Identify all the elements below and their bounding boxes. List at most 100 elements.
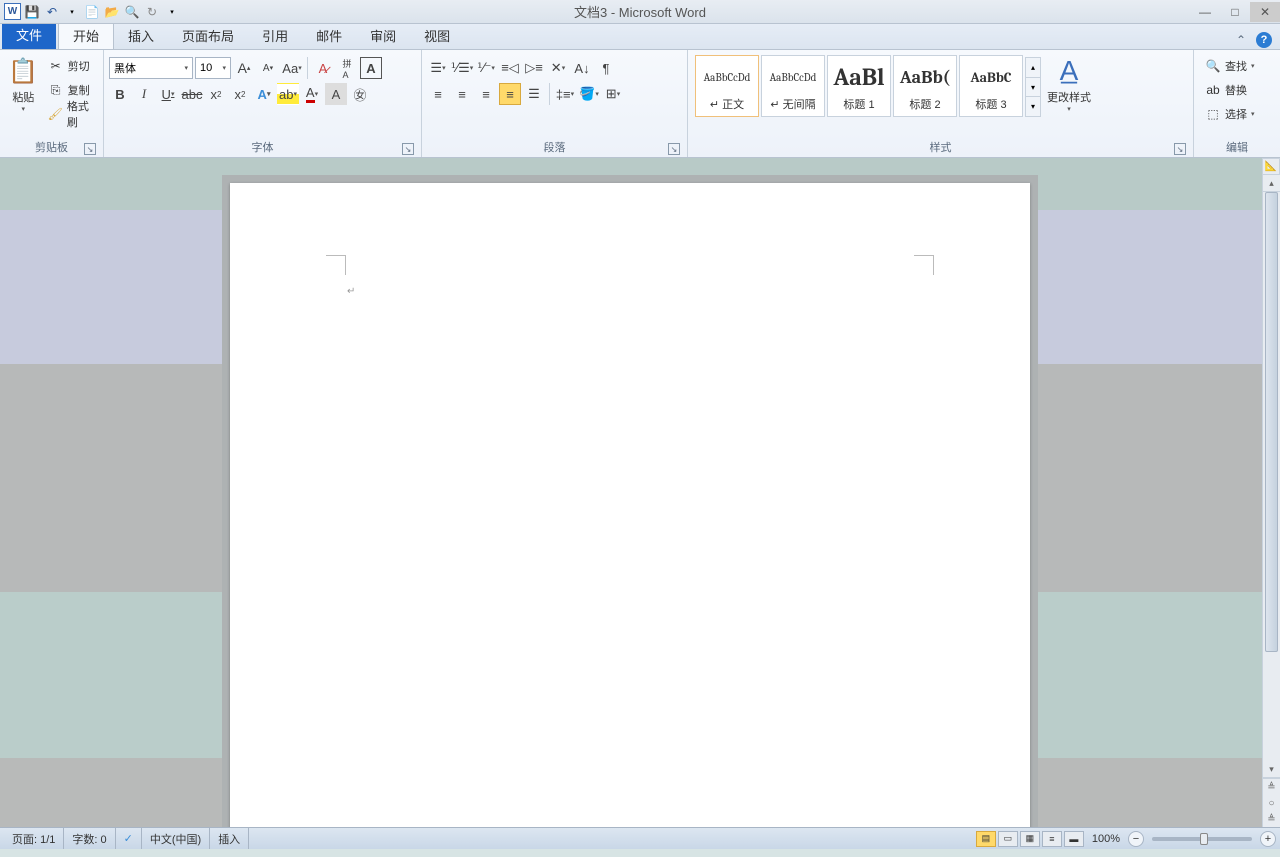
change-styles-button[interactable]: A̲ 更改样式 ▾ — [1043, 53, 1095, 115]
print-preview-icon[interactable]: 🔍 — [123, 3, 141, 21]
align-right-button[interactable]: ≡ — [475, 83, 497, 105]
paragraph-launcher-icon[interactable]: ↘ — [668, 143, 680, 155]
shading-button[interactable]: 🪣▾ — [578, 83, 600, 105]
app-icon[interactable]: W — [4, 3, 21, 20]
distributed-button[interactable]: ☰ — [523, 83, 545, 105]
proofing-button[interactable]: ✓ — [116, 828, 142, 849]
justify-button[interactable]: ≡ — [499, 83, 521, 105]
paste-button[interactable]: 📋 粘贴 ▾ — [5, 53, 42, 115]
find-button[interactable]: 🔍查找▾ — [1201, 55, 1259, 77]
subscript-button[interactable]: x2 — [205, 83, 227, 105]
new-icon[interactable]: 📄 — [83, 3, 101, 21]
zoom-slider[interactable] — [1152, 837, 1252, 841]
strikethrough-button[interactable]: abc — [181, 83, 203, 105]
draft-view-icon[interactable]: ▬ — [1064, 831, 1084, 847]
maximize-button[interactable]: □ — [1220, 2, 1250, 22]
style-no-spacing[interactable]: AaBbCcDd↵ 无间隔 — [761, 55, 825, 117]
browse-object-icon[interactable]: ○ — [1263, 795, 1280, 811]
line-spacing-button[interactable]: ‡≡▾ — [554, 83, 576, 105]
word-count[interactable]: 字数: 0 — [64, 828, 115, 849]
character-shading-button[interactable]: A — [325, 83, 347, 105]
align-left-button[interactable]: ≡ — [427, 83, 449, 105]
styles-launcher-icon[interactable]: ↘ — [1174, 143, 1186, 155]
insert-mode[interactable]: 插入 — [210, 828, 249, 849]
font-name-combo[interactable]: 黑体▾ — [109, 57, 193, 79]
font-size-combo[interactable]: 10▾ — [195, 57, 231, 79]
gallery-down-icon[interactable]: ▾ — [1026, 78, 1040, 98]
tab-insert[interactable]: 插入 — [114, 22, 168, 49]
tab-view[interactable]: 视图 — [410, 22, 464, 49]
highlight-button[interactable]: ab▾ — [277, 83, 299, 105]
scroll-down-icon[interactable]: ▾ — [1263, 761, 1280, 778]
bullets-button[interactable]: ☰▾ — [427, 57, 449, 79]
style-heading3[interactable]: AaBbC标题 3 — [959, 55, 1023, 117]
prev-page-icon[interactable]: ≜ — [1263, 779, 1280, 795]
italic-button[interactable]: I — [133, 83, 155, 105]
align-center-button[interactable]: ≡ — [451, 83, 473, 105]
underline-button[interactable]: U▾ — [157, 83, 179, 105]
tab-home[interactable]: 开始 — [58, 21, 114, 49]
bold-button[interactable]: B — [109, 83, 131, 105]
minimize-button[interactable]: — — [1190, 2, 1220, 22]
cut-button[interactable]: ✂剪切 — [44, 55, 96, 77]
open-icon[interactable]: 📂 — [103, 3, 121, 21]
qat-customize-icon[interactable]: ▾ — [163, 3, 181, 21]
increase-indent-button[interactable]: ▷≡ — [523, 57, 545, 79]
multilevel-list-button[interactable]: ⅟⁻▾ — [475, 57, 497, 79]
shrink-font-button[interactable]: A▾ — [257, 57, 279, 79]
clear-formatting-button[interactable]: A̷ — [312, 57, 334, 79]
document-page[interactable]: ↵ — [230, 183, 1030, 827]
font-launcher-icon[interactable]: ↘ — [402, 143, 414, 155]
undo-dropdown-icon[interactable]: ▾ — [63, 3, 81, 21]
zoom-thumb[interactable] — [1200, 833, 1208, 845]
style-heading2[interactable]: AaBb(标题 2 — [893, 55, 957, 117]
decrease-indent-button[interactable]: ≡◁ — [499, 57, 521, 79]
ruler-toggle-icon[interactable]: 📐 — [1262, 158, 1280, 175]
clipboard-launcher-icon[interactable]: ↘ — [84, 143, 96, 155]
character-border-button[interactable]: A — [360, 57, 382, 79]
zoom-level[interactable]: 100% — [1086, 833, 1126, 845]
style-normal[interactable]: AaBbCcDd↵ 正文 — [695, 55, 759, 117]
next-page-icon[interactable]: ≜ — [1263, 811, 1280, 827]
undo-icon[interactable]: ↶ — [43, 3, 61, 21]
replace-button[interactable]: ab替换 — [1201, 79, 1259, 101]
gallery-up-icon[interactable]: ▴ — [1026, 58, 1040, 78]
change-case-button[interactable]: Aa▾ — [281, 57, 303, 79]
redo-icon[interactable]: ↻ — [143, 3, 161, 21]
sort-button[interactable]: A↓ — [571, 57, 593, 79]
web-layout-view-icon[interactable]: ▦ — [1020, 831, 1040, 847]
enclose-characters-button[interactable]: ㊛ — [349, 83, 371, 105]
zoom-out-button[interactable]: − — [1128, 831, 1144, 847]
font-color-button[interactable]: A▾ — [301, 83, 323, 105]
vertical-scrollbar[interactable]: ▴ ▾ ≜ ○ ≜ — [1262, 175, 1280, 827]
tab-file[interactable]: 文件 — [2, 20, 56, 49]
print-layout-view-icon[interactable]: ▤ — [976, 831, 996, 847]
scroll-up-icon[interactable]: ▴ — [1263, 175, 1280, 192]
document-viewport[interactable]: ↵ — [0, 158, 1262, 827]
select-button[interactable]: ⬚选择▾ — [1201, 103, 1259, 125]
close-button[interactable]: ✕ — [1250, 2, 1280, 22]
tab-review[interactable]: 审阅 — [356, 22, 410, 49]
outline-view-icon[interactable]: ≡ — [1042, 831, 1062, 847]
phonetic-guide-button[interactable]: 拼A — [336, 57, 358, 79]
tab-layout[interactable]: 页面布局 — [168, 22, 248, 49]
superscript-button[interactable]: x2 — [229, 83, 251, 105]
full-screen-view-icon[interactable]: ▭ — [998, 831, 1018, 847]
zoom-in-button[interactable]: + — [1260, 831, 1276, 847]
save-icon[interactable]: 💾 — [23, 3, 41, 21]
numbering-button[interactable]: ⅟☰▾ — [451, 57, 473, 79]
text-effects-button[interactable]: A▾ — [253, 83, 275, 105]
grow-font-button[interactable]: A▴ — [233, 57, 255, 79]
help-icon[interactable]: ? — [1256, 32, 1272, 48]
gallery-more-icon[interactable]: ▾ — [1026, 97, 1040, 116]
ribbon-minimize-icon[interactable]: ⌃ — [1232, 31, 1250, 49]
page-status[interactable]: 页面: 1/1 — [4, 828, 64, 849]
format-painter-button[interactable]: 🖌格式刷 — [44, 103, 96, 125]
language-status[interactable]: 中文(中国) — [142, 828, 210, 849]
show-marks-button[interactable]: ¶ — [595, 57, 617, 79]
style-heading1[interactable]: AaBl标题 1 — [827, 55, 891, 117]
asian-layout-button[interactable]: ✕▾ — [547, 57, 569, 79]
tab-mailings[interactable]: 邮件 — [302, 22, 356, 49]
scroll-thumb[interactable] — [1265, 192, 1278, 652]
borders-button[interactable]: ⊞▾ — [602, 83, 624, 105]
